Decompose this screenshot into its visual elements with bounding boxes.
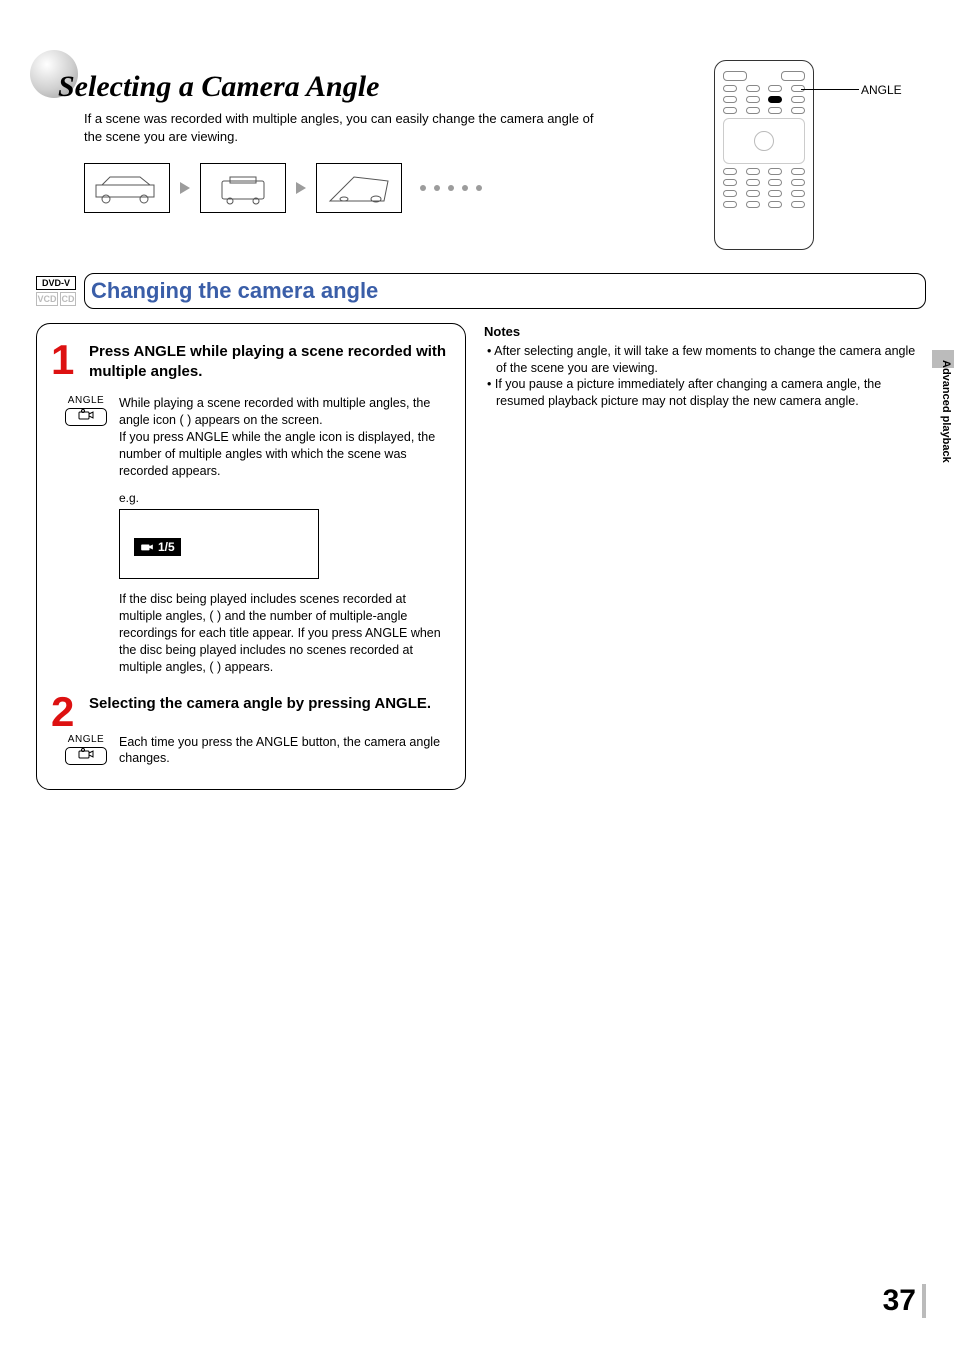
angle-button[interactable]	[65, 747, 107, 765]
note-item: After selecting angle, it will take a fe…	[496, 343, 926, 377]
remote-body: ANGLE	[714, 60, 814, 250]
step-2-para: Each time you press the ANGLE button, th…	[119, 734, 451, 768]
car-angle-3	[316, 163, 402, 213]
step-number: 1	[51, 342, 81, 391]
badge-cd: CD	[60, 292, 76, 306]
remote-illustration: ANGLE	[714, 60, 814, 250]
car-angle-2	[200, 163, 286, 213]
step-1-para-1: While playing a scene recorded with mult…	[119, 395, 451, 479]
step-2-heading: Selecting the camera angle by pressing A…	[89, 694, 451, 714]
remote-angle-button[interactable]	[768, 96, 782, 103]
page-number: 37	[883, 1284, 926, 1318]
example-screen: 1/5	[119, 509, 319, 579]
badge-dvd-v: DVD-V	[36, 276, 76, 290]
step-1-heading: Press ANGLE while playing a scene record…	[89, 342, 451, 381]
steps-box: 1 Press ANGLE while playing a scene reco…	[36, 323, 466, 790]
angle-button-label: ANGLE	[68, 395, 104, 406]
body-columns: 1 Press ANGLE while playing a scene reco…	[36, 323, 926, 790]
arrow-icon	[180, 182, 190, 194]
section-title: Changing the camera angle	[91, 278, 378, 304]
step-2-body: ANGLE Each time you press the ANGLE butt…	[63, 734, 451, 768]
page-number-bar	[922, 1284, 926, 1318]
remote-angle-callout: ANGLE	[861, 83, 902, 97]
callout-line	[801, 89, 859, 90]
note-item: If you pause a picture immediately after…	[496, 376, 926, 410]
disc-badges: DVD-V VCD CD	[36, 276, 76, 306]
step-1: 1 Press ANGLE while playing a scene reco…	[51, 342, 451, 391]
step-1-body: ANGLE While playing a scene recorded wit…	[63, 395, 451, 676]
camera-icon	[78, 408, 94, 426]
step-1-para-2: If the disc being played includes scenes…	[119, 591, 451, 675]
arrow-icon	[296, 182, 306, 194]
angle-button[interactable]	[65, 408, 107, 426]
angle-indicator-chip: 1/5	[134, 538, 181, 556]
section-header: DVD-V VCD CD Changing the camera angle	[36, 273, 926, 309]
car-angle-1	[84, 163, 170, 213]
notes-heading: Notes	[484, 323, 926, 341]
angle-button-label: ANGLE	[68, 734, 104, 745]
chapter-side-tab: Advanced playback	[932, 350, 954, 473]
step-2: 2 Selecting the camera angle by pressing…	[51, 694, 451, 730]
continuation-dots	[420, 185, 482, 191]
page-number-value: 37	[883, 1284, 916, 1318]
eg-label: e.g.	[119, 491, 451, 505]
badge-vcd: VCD	[36, 292, 58, 306]
notes-list: After selecting angle, it will take a fe…	[484, 343, 926, 411]
step-number: 2	[51, 694, 81, 730]
camera-icon	[78, 747, 94, 765]
angle-indicator-value: 1/5	[158, 540, 175, 554]
intro-text: If a scene was recorded with multiple an…	[84, 110, 594, 145]
notes-column: Notes After selecting angle, it will tak…	[484, 323, 926, 410]
